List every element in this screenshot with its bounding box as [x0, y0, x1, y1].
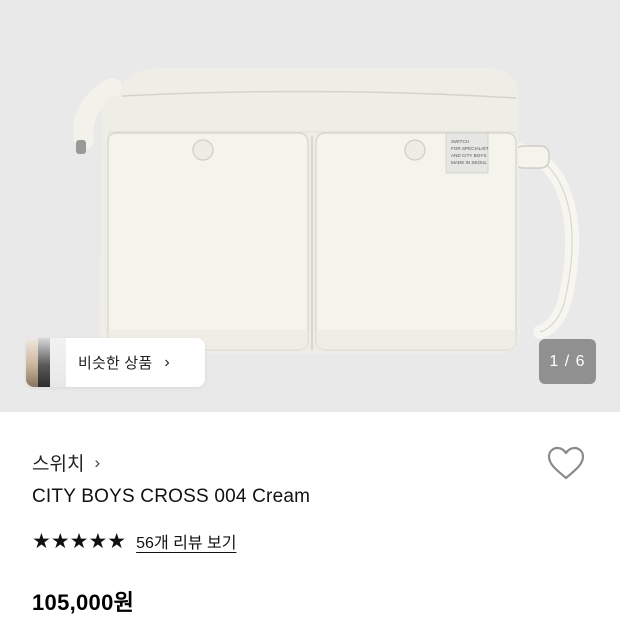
similar-thumb-white — [50, 338, 68, 387]
svg-text:SWITCH: SWITCH — [451, 139, 469, 144]
similar-products-button[interactable]: 비슷한 상품 › — [26, 338, 205, 387]
product-image-carousel[interactable]: SWITCH FOR SPECIALIST AND CITY BOYS MADE… — [0, 0, 620, 412]
similar-products-label: 비슷한 상품 — [78, 355, 153, 372]
image-counter: 1 / 6 — [539, 339, 596, 384]
heart-outline-icon — [547, 446, 585, 480]
svg-text:MADE IN SEOUL: MADE IN SEOUL — [451, 160, 487, 165]
brand-name: 스위치 — [32, 454, 85, 475]
wishlist-button[interactable] — [544, 442, 588, 486]
chevron-right-icon: › — [94, 452, 101, 472]
similar-products-thumbnails — [26, 338, 68, 387]
chevron-right-icon: › — [164, 353, 170, 371]
rating-stars: ★★★★★ — [32, 529, 127, 553]
rating-row: ★★★★★ 56개 리뷰 보기 — [32, 529, 236, 553]
product-price: 105,000원 — [32, 590, 135, 615]
review-link[interactable]: 56개 리뷰 보기 — [136, 529, 236, 553]
product-title: CITY BOYS CROSS 004 Cream — [32, 486, 311, 507]
brand-link[interactable]: 스위치 › — [32, 449, 100, 476]
svg-text:FOR SPECIALIST: FOR SPECIALIST — [451, 146, 489, 151]
svg-text:AND CITY BOYS: AND CITY BOYS — [451, 153, 486, 158]
